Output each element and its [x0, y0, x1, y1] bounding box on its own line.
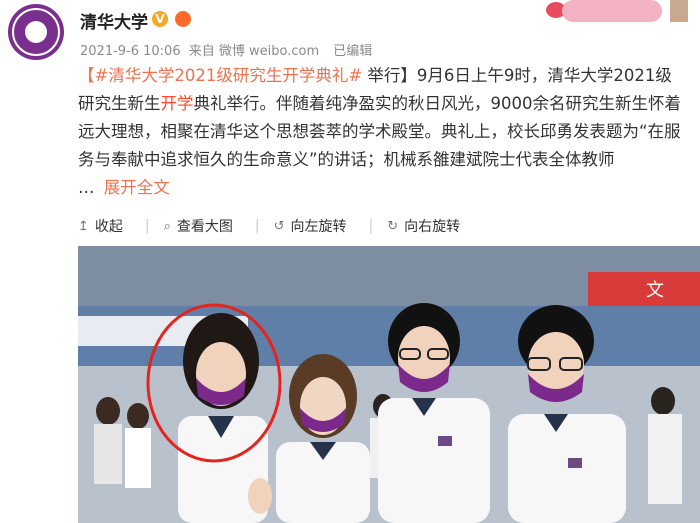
- rotate-left-label: 向左旋转: [290, 219, 347, 235]
- toolbar-divider: |: [254, 218, 260, 234]
- decoration-tower-icon: [670, 0, 688, 22]
- post-content: 【#清华大学2021级研究生开学典礼# 举行】9月6日上午9时，清华大学2021…: [78, 62, 688, 203]
- post-meta: 2021-9-6 10:06 来自 微博 weibo.com 已编辑: [80, 40, 376, 59]
- decoration-pill: [562, 0, 662, 22]
- avatar[interactable]: [8, 4, 64, 60]
- rotate-left-icon: ↺: [273, 218, 285, 234]
- ellipsis: …: [78, 178, 95, 197]
- rotate-right-label: 向右旋转: [404, 219, 461, 235]
- collapse-icon: ↥: [78, 218, 89, 234]
- username[interactable]: 清华大学: [80, 8, 148, 33]
- expand-link[interactable]: 展开全文: [100, 178, 170, 197]
- post-source: 来自 微博 weibo.com: [188, 44, 320, 59]
- post-photo[interactable]: 文: [78, 246, 700, 523]
- avatar-core: [25, 21, 47, 43]
- view-large-button[interactable]: ⌕ 查看大图: [164, 216, 233, 236]
- image-toolbar: ↥ 收起 | ⌕ 查看大图 | ↺ 向左旋转 | ↻ 向右旋转: [78, 209, 688, 243]
- decoration-banner: [540, 0, 700, 24]
- avatar-ring: [12, 8, 60, 56]
- edited-label: 已编辑: [333, 44, 373, 59]
- post-date[interactable]: 2021-9-6 10:06: [80, 44, 181, 59]
- highlight-text: 开学: [160, 94, 194, 113]
- rotate-right-button[interactable]: ↻ 向右旋转: [387, 216, 460, 236]
- member-badge-icon: [175, 11, 191, 27]
- verified-icon: V: [152, 11, 168, 27]
- post-header: 清华大学 V 2021-9-6 10:06 来自 微博 weibo.com 已编…: [0, 0, 700, 64]
- expand-label: 展开全文: [103, 178, 170, 197]
- photo-scene: 文: [78, 246, 700, 523]
- banner-text: 文: [646, 280, 664, 300]
- red-banner: [588, 272, 700, 306]
- collapse-button[interactable]: ↥ 收起: [78, 216, 123, 236]
- view-large-label: 查看大图: [176, 219, 233, 235]
- toolbar-divider: |: [368, 218, 374, 234]
- rotate-left-button[interactable]: ↺ 向左旋转: [274, 216, 347, 236]
- toolbar-divider: |: [144, 218, 150, 234]
- collapse-label: 收起: [94, 219, 123, 235]
- rotate-right-icon: ↻: [387, 218, 399, 234]
- zoom-icon: ⌕: [163, 218, 171, 234]
- hashtag-link[interactable]: 【#清华大学2021级研究生开学典礼#: [78, 66, 362, 85]
